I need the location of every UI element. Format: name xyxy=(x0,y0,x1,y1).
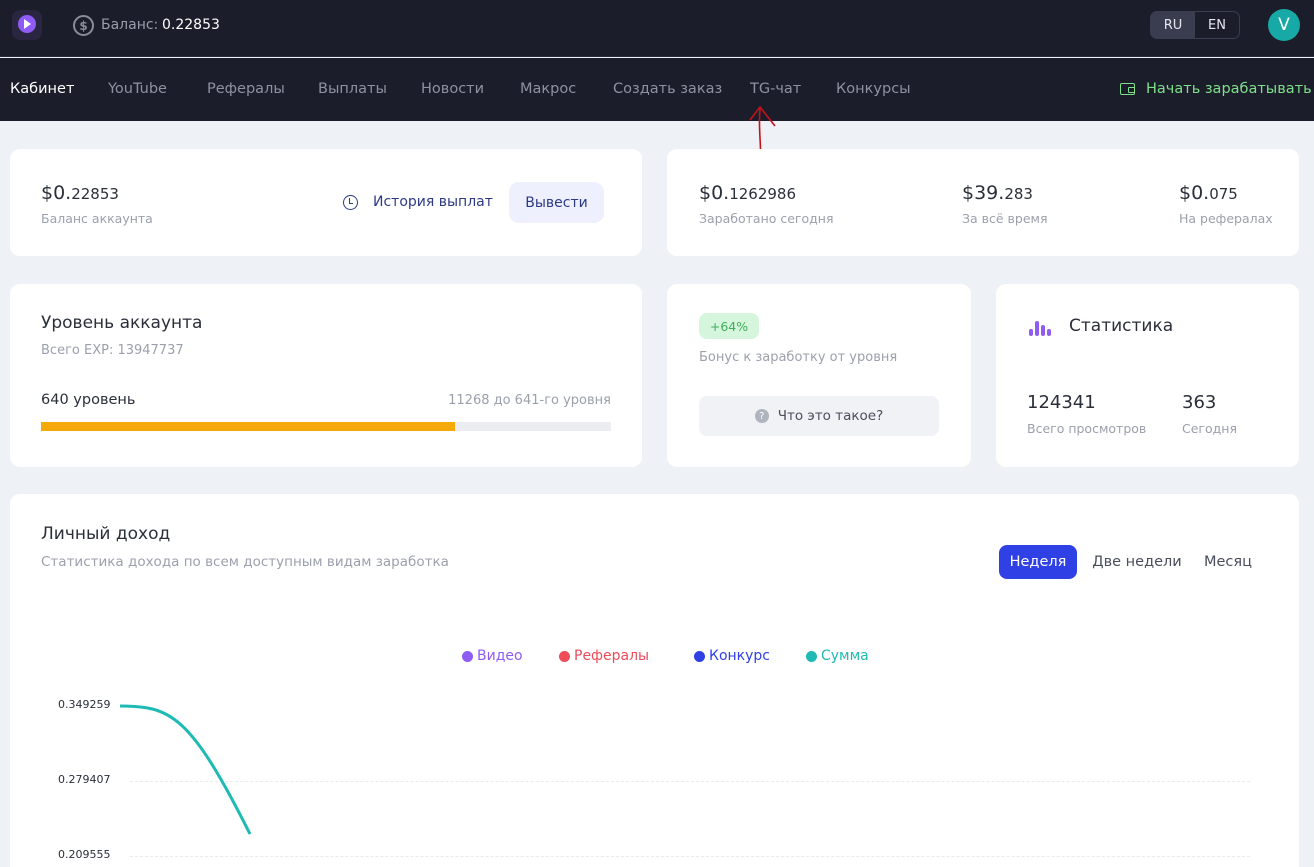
earned-referrals-label: На рефералах xyxy=(1179,211,1273,226)
earned-total-label: За всё время xyxy=(962,211,1048,226)
next-level-remaining: 11268 до 641-го уровня xyxy=(448,393,611,408)
account-level-card: Уровень аккаунта Всего EXP: 13947737 640… xyxy=(10,284,642,467)
balance-label: Баланс: xyxy=(101,17,159,33)
nav-item-payouts[interactable]: Выплаты xyxy=(318,81,387,97)
top-bar: $ Баланс: 0.22853 RU EN V xyxy=(0,0,1314,57)
statistics-card: Статистика 124341 Всего просмотров 363 С… xyxy=(996,284,1299,467)
nav-item-macros[interactable]: Макрос xyxy=(520,81,576,97)
level-progress-fill xyxy=(41,422,456,431)
today-views-value: 363 xyxy=(1182,392,1217,413)
app-logo[interactable] xyxy=(12,10,42,40)
earned-referrals: $0.075 xyxy=(1179,182,1238,204)
start-earning-label: Начать зарабатывать xyxy=(1146,81,1312,97)
payout-history-label: История выплат xyxy=(373,194,493,210)
earned-total-main: $39. xyxy=(962,182,1005,204)
current-level: 640 уровень xyxy=(41,392,136,408)
earned-today-main: $0. xyxy=(699,182,730,204)
account-balance-label: Баланс аккаунта xyxy=(41,211,153,226)
level-progress-bar xyxy=(41,422,611,431)
account-balance-decimals: 22853 xyxy=(71,185,119,203)
nav-item-news[interactable]: Новости xyxy=(421,81,484,97)
start-earning-link[interactable]: Начать зарабатывать xyxy=(1120,81,1312,97)
earnings-card: $0.1262986 Заработано сегодня $39.283 За… xyxy=(667,149,1299,256)
bar-chart-icon xyxy=(1029,318,1053,336)
total-views-value: 124341 xyxy=(1027,392,1096,413)
earned-today-label: Заработано сегодня xyxy=(699,211,834,226)
earned-today: $0.1262986 xyxy=(699,182,796,204)
earned-total-decimals: 283 xyxy=(1004,185,1033,203)
total-exp: Всего EXP: 13947737 xyxy=(41,343,184,358)
wallet-icon xyxy=(1120,83,1135,95)
what-is-this-label: Что это такое? xyxy=(777,408,884,424)
what-is-this-button[interactable]: ? Что это такое? xyxy=(699,396,939,436)
main-nav: Кабинет YouTube Рефералы Выплаты Новости… xyxy=(0,58,1314,121)
history-clock-icon xyxy=(343,194,358,210)
account-balance-main: $0. xyxy=(41,182,72,204)
play-logo-icon xyxy=(18,15,36,33)
account-level-title: Уровень аккаунта xyxy=(41,313,203,333)
bonus-badge: +64% xyxy=(699,313,759,339)
earned-today-decimals: 1262986 xyxy=(729,185,797,203)
account-balance: $0.22853 xyxy=(41,182,119,204)
nav-item-contests[interactable]: Конкурсы xyxy=(836,81,911,97)
total-views-label: Всего просмотров xyxy=(1027,421,1147,436)
level-bonus-card: +64% Бонус к заработку от уровня ? Что э… xyxy=(667,284,971,467)
today-views-label: Сегодня xyxy=(1182,421,1237,436)
avatar[interactable]: V xyxy=(1268,9,1300,41)
earned-referrals-decimals: 075 xyxy=(1209,185,1238,203)
withdraw-button[interactable]: Вывести xyxy=(509,182,604,223)
language-switch: RU EN xyxy=(1150,11,1240,39)
personal-income-card: Личный доход Статистика дохода по всем д… xyxy=(10,494,1299,867)
lang-en-button[interactable]: EN xyxy=(1195,12,1239,38)
income-chart-plot xyxy=(119,704,252,835)
lang-ru-button[interactable]: RU xyxy=(1151,12,1195,38)
bonus-label: Бонус к заработку от уровня xyxy=(699,350,898,365)
nav-item-youtube[interactable]: YouTube xyxy=(108,81,167,97)
balance-card: $0.22853 Баланс аккаунта История выплат … xyxy=(10,149,642,256)
balance-value: 0.22853 xyxy=(162,17,220,33)
series-line-sum xyxy=(119,704,252,835)
earned-total: $39.283 xyxy=(962,182,1033,204)
earned-referrals-main: $0. xyxy=(1179,182,1210,204)
payout-history-button[interactable]: История выплат xyxy=(343,194,493,210)
nav-item-referrals[interactable]: Рефералы xyxy=(207,81,285,97)
nav-item-create-order[interactable]: Создать заказ xyxy=(613,81,722,97)
statistics-title: Статистика xyxy=(1069,316,1174,336)
question-icon: ? xyxy=(754,409,769,423)
dollar-circle-icon: $ xyxy=(73,15,94,36)
nav-item-cabinet[interactable]: Кабинет xyxy=(10,81,74,97)
nav-item-tg-chat[interactable]: TG-чат xyxy=(750,81,801,97)
